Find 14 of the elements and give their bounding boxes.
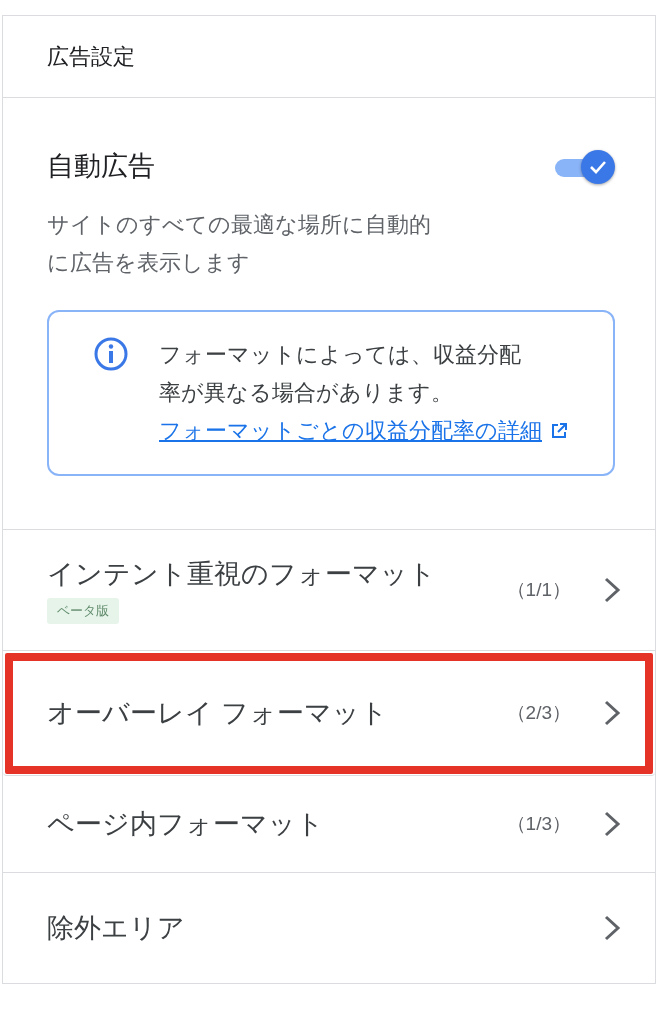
setting-description: サイトのすべての最適な場所に自動的に広告を表示します	[47, 211, 432, 277]
format-row[interactable]: オーバーレイ フォーマット （2/3）	[3, 651, 655, 776]
format-row[interactable]: ページ内フォーマット （1/3）	[3, 776, 655, 873]
details-link[interactable]: フォーマットごとの収益分配率の詳細	[159, 412, 568, 450]
external-link-icon	[550, 422, 568, 440]
setting-title: 自動広告	[47, 150, 155, 183]
format-row[interactable]: 除外エリア	[3, 873, 655, 984]
info-icon	[93, 336, 129, 372]
beta-badge: ベータ版	[47, 598, 119, 624]
section-title: 広告設定	[47, 42, 135, 71]
count-label: （2/3）	[506, 701, 571, 725]
count-label: （1/3）	[506, 812, 571, 836]
format-row[interactable]: インテント重視のフォーマット ベータ版 （1/1）	[3, 530, 655, 651]
count-label: （1/1）	[506, 578, 571, 602]
